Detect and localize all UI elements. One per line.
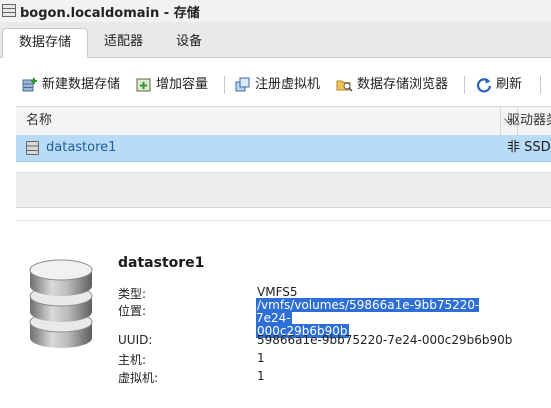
storage-window-icon [2,4,16,17]
datastore-icon [26,141,39,155]
type-label: 类型: [118,287,147,301]
location-line-1: /vmfs/volumes/59866a1e-9bb75220-7e24- [256,298,480,325]
toolbar-divider [224,76,225,94]
refresh-label: 刷新 [496,77,523,92]
host-value: 1 [257,351,265,365]
window-titlebar: bogon.localdomain - 存储 [0,0,551,23]
increase-capacity-icon [136,78,151,92]
window-title: bogon.localdomain - 存储 [20,6,200,21]
new-datastore-label: 新建数据存储 [42,77,121,92]
datastore-name-cell[interactable]: datastore1 [46,135,116,161]
location-label: 位置: [118,304,147,318]
table-empty-area [16,172,551,208]
new-datastore-icon [22,78,37,92]
tab-adapters[interactable]: 适配器 [88,28,159,56]
toolbar-divider [464,76,465,94]
table-row[interactable]: datastore1 非 SSD [16,135,551,162]
register-vm-button[interactable]: 注册虚拟机 [235,75,320,95]
increase-capacity-label: 增加容量 [156,77,209,92]
drive-type-cell: 非 SSD [507,140,551,155]
register-vm-icon [235,77,250,92]
folder-search-icon [336,80,353,92]
increase-capacity-button[interactable]: 增加容量 [136,75,208,95]
refresh-button[interactable]: 刷新 [476,75,522,95]
vm-value: 1 [257,369,265,383]
tab-strip: 数据存储 适配器 设备 [0,22,551,58]
datastore-detail-title: datastore1 [118,255,205,271]
tab-devices[interactable]: 设备 [160,28,218,56]
disk-stack-icon [29,259,93,348]
toolbar: 新建数据存储 增加容量 注册虚拟机 数据存储浏览器 刷新 [0,70,551,100]
refresh-icon [476,78,492,93]
uuid-value: 59866a1e-9bb75220-7e24-000c29b6b90b [257,333,513,347]
datastore-browser-button[interactable]: 数据存储浏览器 [336,75,448,95]
vm-label: 虚拟机: [118,371,159,385]
tab-datastores[interactable]: 数据存储 [2,28,89,58]
register-vm-label: 注册虚拟机 [255,77,321,92]
column-header-name[interactable]: 名称 [26,107,52,135]
divider [16,220,551,221]
type-value: VMFS5 [257,285,298,299]
column-header-drive-type[interactable]: 驱动器类 [507,107,551,135]
new-datastore-button[interactable]: 新建数据存储 [22,75,120,95]
datastore-browser-label: 数据存储浏览器 [357,77,449,92]
uuid-label: UUID: [118,333,153,347]
datastore-table-header: 名称 驱动器类 [16,106,551,136]
toolbar-divider [540,76,541,94]
host-label: 主机: [118,353,147,367]
